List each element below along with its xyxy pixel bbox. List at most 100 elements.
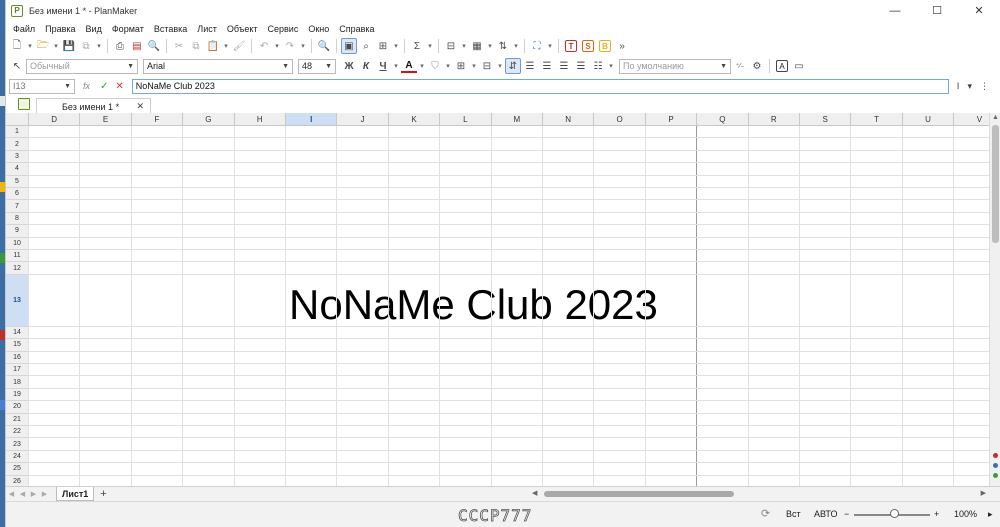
menu-insert[interactable]: Вставка — [149, 24, 192, 34]
scroll-left-icon[interactable]: ◀ — [532, 489, 537, 497]
row-header-15[interactable]: 15 — [6, 339, 29, 352]
row-header-26[interactable]: 26 — [6, 475, 29, 486]
column-header-h[interactable]: H — [234, 113, 286, 126]
row-header-4[interactable]: 4 — [6, 163, 29, 176]
bold-button[interactable]: Ж — [341, 58, 357, 74]
status-more-icon[interactable]: ▸ — [988, 509, 993, 520]
column-header-t[interactable]: T — [851, 113, 903, 126]
zoom-level[interactable]: 100% — [954, 509, 977, 519]
underline-button[interactable]: Ч — [375, 58, 391, 74]
menu-format[interactable]: Формат — [107, 24, 149, 34]
column-header-i[interactable]: I — [286, 113, 338, 126]
open-folder-icon[interactable]: 🗁 — [35, 38, 51, 54]
redo-dropdown-chevron-icon[interactable]: ▾ — [299, 38, 307, 54]
insert-chart-icon[interactable]: ⊟ — [443, 38, 459, 54]
row-header-25[interactable]: 25 — [6, 463, 29, 476]
close-tab-icon[interactable]: ✕ — [136, 101, 144, 112]
textmaker-icon[interactable]: T — [563, 38, 579, 54]
sort-icon[interactable]: ⇅ — [495, 38, 511, 54]
column-header-f[interactable]: F — [131, 113, 184, 126]
insert-table-icon[interactable]: ⊞ — [375, 38, 391, 54]
menu-sheet[interactable]: Лист — [192, 24, 222, 34]
row-header-22[interactable]: 22 — [6, 426, 29, 439]
auto-mode-indicator[interactable]: АВТО — [814, 509, 838, 519]
row-header-5[interactable]: 5 — [6, 175, 29, 188]
print-preview-icon[interactable]: 🔍 — [146, 38, 162, 54]
cell-borders-dropdown-chevron-icon[interactable]: ▾ — [470, 58, 478, 74]
confirm-input-button[interactable]: ✓ — [100, 81, 108, 92]
row-header-24[interactable]: 24 — [6, 450, 29, 464]
blue-marker-icon[interactable] — [993, 463, 998, 468]
vertical-scrollbar[interactable]: ▲ — [989, 113, 1000, 486]
align-justify-icon[interactable]: ☰ — [573, 58, 589, 74]
minimize-button[interactable]: — — [874, 0, 916, 21]
document-tab[interactable]: Без имени 1 * ✕ — [36, 98, 151, 114]
zoom-out-button[interactable]: − — [844, 509, 849, 519]
row-header-11[interactable]: 11 — [6, 250, 29, 263]
close-button[interactable]: ✕ — [958, 0, 1000, 21]
chart-dropdown-chevron-icon[interactable]: ▾ — [460, 38, 468, 54]
merge-dropdown-chevron-icon[interactable]: ▾ — [496, 58, 504, 74]
row-header-20[interactable]: 20 — [6, 401, 29, 414]
zoom-slider-knob[interactable] — [890, 509, 899, 518]
table-dropdown-chevron-icon[interactable]: ▾ — [392, 38, 400, 54]
insert-object-icon[interactable]: ⛶ — [529, 38, 545, 54]
horizontal-scroll-thumb[interactable] — [544, 491, 734, 497]
cut-icon[interactable]: ✂ — [171, 38, 187, 54]
scroll-right-icon[interactable]: ▶ — [981, 489, 986, 497]
row-header-17[interactable]: 17 — [6, 364, 29, 377]
column-header-j[interactable]: J — [337, 113, 389, 126]
fill-dropdown-chevron-icon[interactable]: ▾ — [444, 58, 452, 74]
vertical-align-dropdown-chevron-icon[interactable]: ▾ — [607, 58, 615, 74]
scroll-up-icon[interactable]: ▲ — [992, 114, 999, 121]
font-name-select[interactable]: Arial ▼ — [143, 58, 293, 74]
menu-view[interactable]: Вид — [81, 24, 107, 34]
row-header-7[interactable]: 7 — [6, 200, 29, 213]
select-all-corner[interactable] — [6, 113, 29, 126]
font-size-select[interactable]: 48 ▼ — [298, 58, 336, 74]
column-header-m[interactable]: M — [491, 113, 543, 126]
undo-dropdown-chevron-icon[interactable]: ▾ — [273, 38, 281, 54]
zoom-in-button[interactable]: + — [934, 509, 939, 519]
borders-dropdown-chevron-icon[interactable]: ▾ — [486, 38, 494, 54]
vertical-scroll-thumb[interactable] — [992, 125, 999, 243]
prev-sheet-icon[interactable]: ◀ — [17, 490, 28, 498]
italic-button[interactable]: К — [358, 58, 374, 74]
row-header-23[interactable]: 23 — [6, 438, 29, 451]
align-left-icon[interactable]: ☰ — [522, 58, 538, 74]
row-header-3[interactable]: 3 — [6, 150, 29, 164]
column-header-d[interactable]: D — [29, 113, 81, 126]
cell-borders-icon[interactable]: ⊞ — [453, 58, 469, 74]
horizontal-scrollbar[interactable]: ◀ ▶ — [506, 489, 986, 499]
format-settings-icon[interactable]: ⚙ — [749, 58, 765, 74]
menu-help[interactable]: Справка — [334, 24, 379, 34]
insert-mode-indicator[interactable]: Вст — [786, 509, 801, 519]
green-marker-icon[interactable] — [993, 473, 998, 478]
cell-i13-text[interactable]: NoNaMe Club 2023 — [289, 284, 658, 326]
paste-dropdown-chevron-icon[interactable]: ▾ — [222, 38, 230, 54]
recalc-icon[interactable]: ⟳ — [761, 507, 770, 520]
font-color-dropdown-chevron-icon[interactable]: ▾ — [418, 58, 426, 74]
merge-cells-icon[interactable]: ⊟ — [479, 58, 495, 74]
print-icon[interactable]: ⎙ — [112, 38, 128, 54]
chart-frame-icon[interactable]: ▭ — [791, 58, 807, 74]
spreadsheet-grid[interactable]: DEFGHIJKLMNOPQRSTUV 1 2 3 4 5 6 7 8 9 10 11 12 13 14 1… — [6, 113, 1000, 486]
save-as-icon[interactable]: ⧉ — [78, 38, 94, 54]
row-header-16[interactable]: 16 — [6, 351, 29, 364]
column-header-e[interactable]: E — [80, 113, 132, 126]
save-icon[interactable]: 💾 — [61, 38, 77, 54]
more-options-icon[interactable]: ⋮ — [980, 81, 989, 92]
cell-area[interactable]: NoNaMe Club 2023 — [28, 126, 989, 486]
cancel-input-button[interactable]: ✕ — [115, 81, 123, 92]
new-document-icon[interactable]: 🗋 — [9, 38, 25, 54]
menu-window[interactable]: Окно — [303, 24, 334, 34]
row-header-10[interactable]: 10 — [6, 237, 29, 250]
align-center-icon[interactable]: ☰ — [539, 58, 555, 74]
fill-bucket-icon[interactable]: ⛉ — [427, 58, 443, 74]
function-icon[interactable]: fx — [83, 81, 95, 91]
column-header-k[interactable]: K — [388, 113, 441, 126]
redo-icon[interactable]: ↷ — [282, 38, 298, 54]
row-header-21[interactable]: 21 — [6, 413, 29, 426]
row-header-1[interactable]: 1 — [6, 126, 29, 139]
column-header-n[interactable]: N — [543, 113, 595, 126]
